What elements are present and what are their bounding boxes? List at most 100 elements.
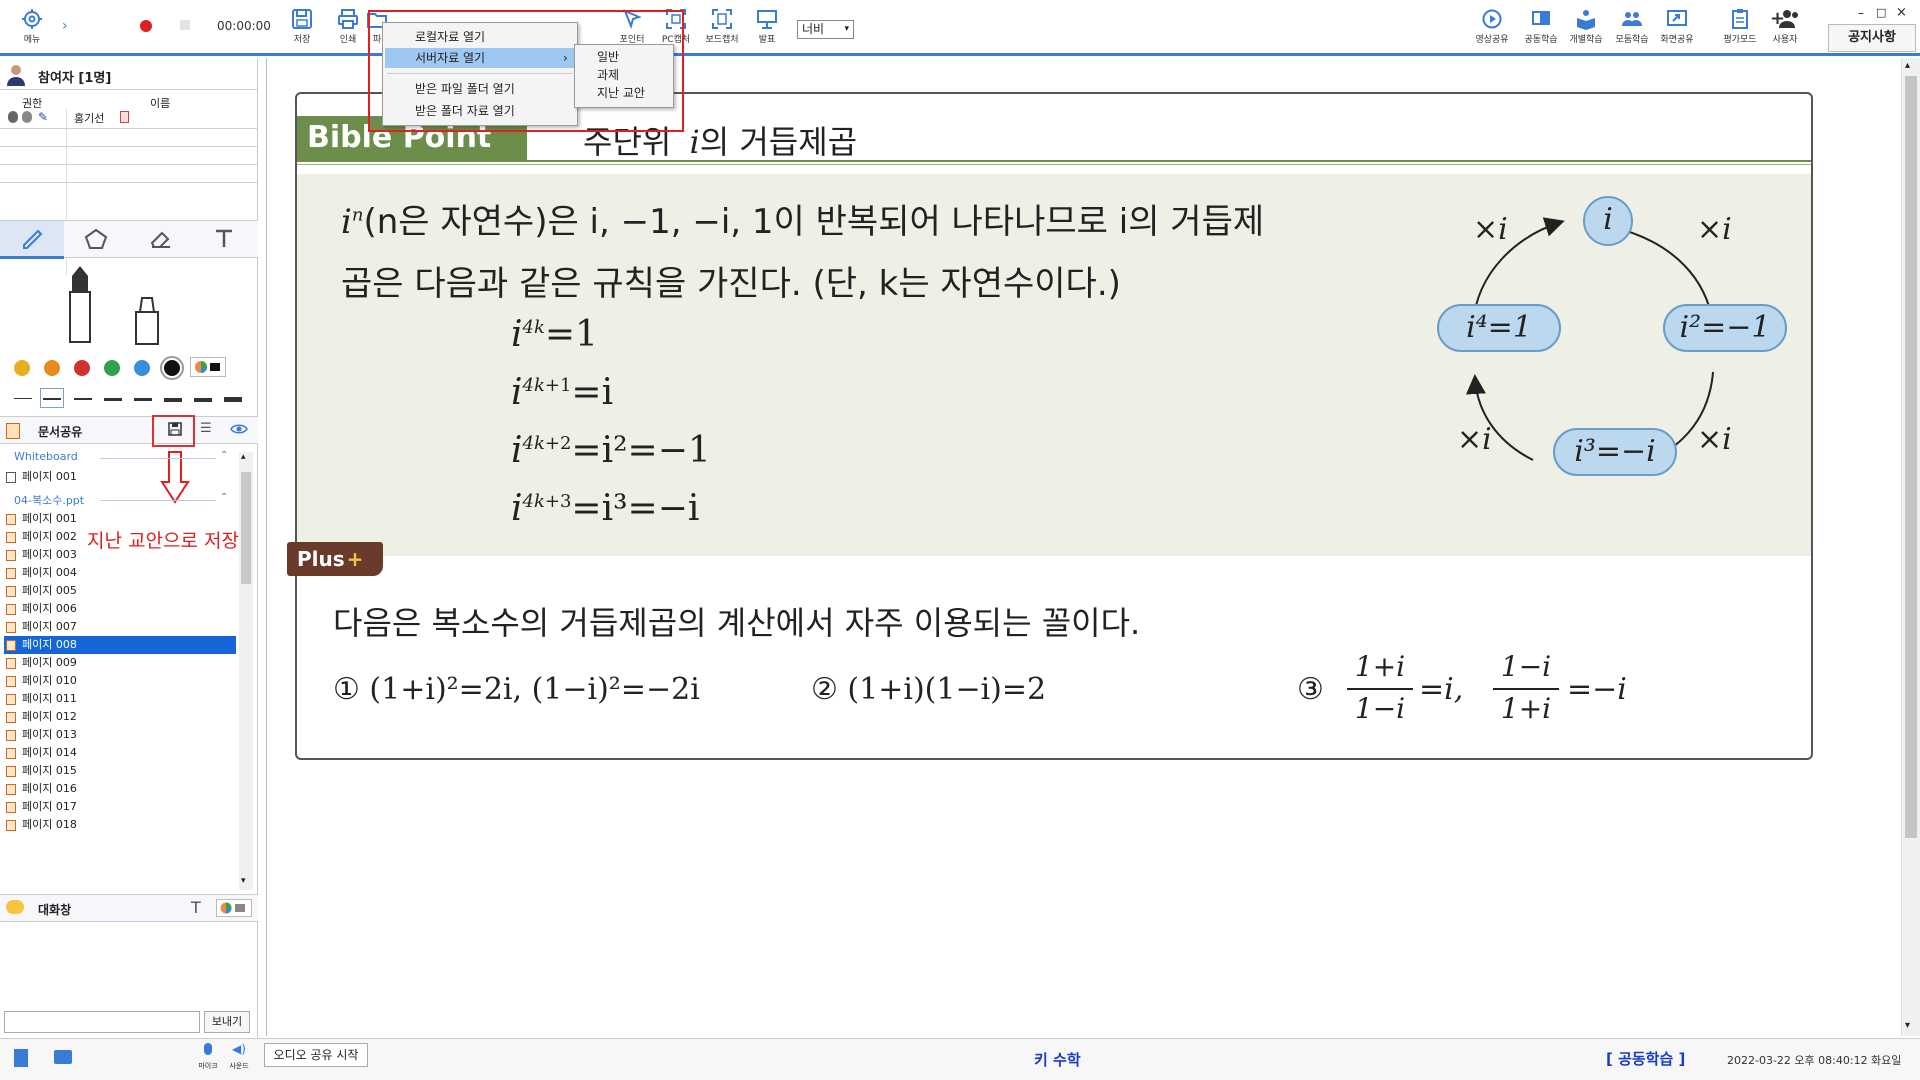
group-icon (1622, 12, 1642, 26)
print-button[interactable]: 인쇄 (326, 6, 370, 52)
list-item[interactable]: 페이지 009 (4, 654, 236, 672)
line-width-option[interactable] (74, 398, 92, 400)
line-width-option[interactable] (104, 398, 122, 401)
scroll-down-icon[interactable]: ▾ (1905, 1020, 1910, 1031)
co-learning-label: 공동학습 (1524, 35, 1558, 45)
custom-color-button[interactable] (190, 357, 226, 377)
list-item[interactable]: 페이지 003 (4, 546, 236, 564)
mic-label: 마이크 (198, 1062, 218, 1070)
board-capture-button[interactable]: 보드캡처 (700, 6, 744, 52)
maximize-button[interactable]: □ (1876, 6, 1886, 19)
send-button[interactable]: 보내기 (204, 1011, 250, 1033)
individual-learning-button[interactable]: 개별학습 (1564, 6, 1608, 52)
list-item[interactable]: 페이지 002 (4, 528, 236, 546)
text-tool-tab[interactable] (192, 221, 256, 259)
cycle-op-label: ×i (1457, 422, 1492, 457)
line-width-option[interactable] (164, 398, 182, 402)
eye-icon[interactable] (230, 421, 248, 440)
list-item[interactable]: 페이지 015 (4, 762, 236, 780)
chat-input[interactable] (4, 1011, 200, 1033)
cycle-node-left: i⁴=1 (1437, 304, 1561, 352)
list-icon[interactable]: ☰ (200, 421, 212, 436)
evaluation-mode-button[interactable]: 평가모드 (1718, 6, 1762, 52)
group-learning-button[interactable]: 모둠학습 (1610, 6, 1654, 52)
list-item[interactable]: 페이지 014 (4, 744, 236, 762)
users-button[interactable]: + 사용자 (1763, 6, 1807, 52)
audio-share-button[interactable]: 오디오 공유 시작 (264, 1043, 368, 1067)
list-item[interactable]: 페이지 018 (4, 816, 236, 834)
expand-chevron-icon[interactable]: › (62, 18, 68, 34)
group-ppt[interactable]: 04-복소수.ppt (14, 492, 84, 508)
line-width-option[interactable] (134, 398, 152, 401)
users-label: 사용자 (1772, 35, 1798, 45)
marker-pen-option[interactable] (60, 266, 100, 347)
scroll-up-icon[interactable]: ▴ (241, 452, 246, 462)
line-width-option[interactable] (14, 398, 32, 399)
document-tab-icon[interactable] (14, 1049, 28, 1067)
color-swatch-selected[interactable] (164, 360, 180, 376)
close-button[interactable]: × (1896, 5, 1907, 20)
list-item[interactable]: 페이지 004 (4, 564, 236, 582)
font-size-icon[interactable]: T (191, 898, 201, 917)
notice-button[interactable]: 공지사항 (1828, 24, 1916, 52)
record-button[interactable] (140, 20, 152, 32)
minimize-button[interactable]: – (1858, 6, 1864, 20)
pen-icon[interactable]: ✎ (38, 110, 48, 124)
list-item[interactable]: 페이지 005 (4, 582, 236, 600)
page-list-scrollbar[interactable]: ▴ ▾ (239, 452, 253, 890)
slide-page-icon (6, 658, 16, 669)
list-item[interactable]: 페이지 017 (4, 798, 236, 816)
participant-row[interactable]: ✎ 홍기선 (0, 108, 256, 126)
formula-1: ① (1+i)²=2i, (1−i)²=−2i (333, 672, 700, 707)
list-item[interactable]: 페이지 012 (4, 708, 236, 726)
microphone-icon[interactable] (8, 111, 18, 123)
list-item[interactable]: 페이지 008 (4, 636, 236, 654)
pen-tool-tab[interactable] (0, 221, 64, 259)
list-item[interactable]: 페이지 001 (4, 510, 236, 528)
speaker-icon[interactable] (22, 111, 32, 123)
eraser-tool-tab[interactable] (128, 221, 192, 259)
slide-page-icon (6, 694, 16, 705)
color-swatch[interactable] (134, 360, 150, 376)
list-item[interactable]: 페이지 001 (4, 468, 236, 486)
mic-button[interactable]: 마이크 (196, 1043, 220, 1071)
list-item[interactable]: 페이지 013 (4, 726, 236, 744)
scrollbar-thumb[interactable] (1905, 76, 1917, 838)
present-button[interactable]: 발표 (745, 6, 789, 52)
menu-button[interactable]: 메뉴 (10, 6, 54, 52)
scrollbar-thumb[interactable] (241, 472, 251, 584)
highlighter-option[interactable] (130, 296, 166, 349)
screen-share-label: 화면공유 (1660, 35, 1694, 45)
save-button[interactable]: 저장 (280, 6, 324, 52)
co-learning-button[interactable]: 공동학습 (1519, 6, 1563, 52)
chat-tab-icon[interactable] (54, 1050, 72, 1064)
list-item[interactable]: 페이지 006 (4, 600, 236, 618)
scroll-down-icon[interactable]: ▾ (241, 876, 246, 886)
list-item[interactable]: 페이지 011 (4, 690, 236, 708)
collapse-chevron-icon[interactable]: ⌃ (220, 450, 228, 461)
board-canvas[interactable]: Bible Point 주단위 i의 거듭제곱 in(n은 자연수)은 i, −… (266, 58, 1899, 1036)
line-width-option[interactable] (194, 398, 212, 402)
scroll-up-icon[interactable]: ▴ (1905, 60, 1910, 71)
stop-button[interactable] (180, 20, 190, 30)
collapse-chevron-icon[interactable]: ⌃ (220, 492, 228, 503)
list-item[interactable]: 페이지 007 (4, 618, 236, 636)
sound-button[interactable]: ◀) 사운드 (226, 1043, 252, 1071)
group-whiteboard[interactable]: Whiteboard (14, 450, 78, 463)
color-swatch[interactable] (44, 360, 60, 376)
line-width-option[interactable] (43, 398, 61, 400)
slide-page-icon (6, 748, 16, 759)
chat-color-button[interactable] (216, 899, 252, 917)
video-share-button[interactable]: 영상공유 (1470, 6, 1514, 52)
list-item[interactable]: 페이지 016 (4, 780, 236, 798)
status-badge (120, 111, 129, 123)
line-width-option[interactable] (224, 397, 242, 402)
color-swatch[interactable] (14, 360, 30, 376)
zoom-select[interactable]: 너비 ▾ (797, 20, 854, 39)
canvas-scrollbar[interactable]: ▴ ▾ (1901, 58, 1920, 1036)
shape-tool-tab[interactable] (64, 221, 128, 259)
list-item[interactable]: 페이지 010 (4, 672, 236, 690)
color-swatch[interactable] (74, 360, 90, 376)
color-swatch[interactable] (104, 360, 120, 376)
screen-share-button[interactable]: 화면공유 (1655, 6, 1699, 52)
